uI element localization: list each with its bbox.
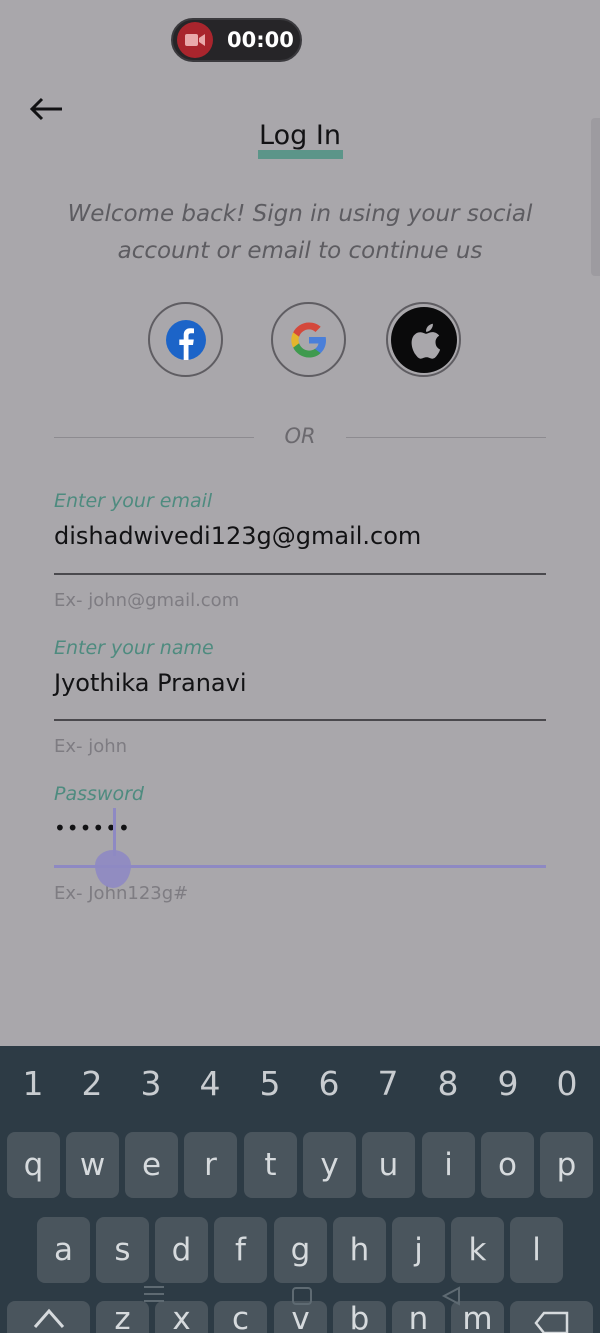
key-a[interactable]: a [37,1217,90,1283]
facebook-login-button[interactable] [148,302,223,377]
welcome-subtitle: Welcome back! Sign in using your social … [67,201,533,264]
back-nav-icon[interactable] [440,1286,462,1306]
key-x[interactable]: x [155,1301,208,1333]
on-screen-keyboard: 1 2 3 4 5 6 7 8 9 0 q w e r t y u i o p … [0,1046,600,1333]
key-f[interactable]: f [214,1217,267,1283]
password-field[interactable]: •••••• [54,816,131,840]
key-s[interactable]: s [96,1217,149,1283]
password-label: Password [54,783,144,805]
key-o[interactable]: o [481,1132,534,1198]
key-u[interactable]: u [362,1132,415,1198]
key-4[interactable]: 4 [190,1064,230,1103]
key-h[interactable]: h [333,1217,386,1283]
name-field[interactable]: Jyothika Pranavi [54,669,246,697]
shift-arrow-icon [33,1308,64,1328]
key-9[interactable]: 9 [488,1064,528,1103]
backspace-icon [533,1311,568,1333]
google-login-button[interactable] [271,302,346,377]
recording-timer: 00:00 [227,28,294,52]
password-hint: Ex- John123g# [54,883,189,904]
key-t[interactable]: t [244,1132,297,1198]
key-6[interactable]: 6 [309,1064,349,1103]
key-p[interactable]: p [540,1132,593,1198]
key-r[interactable]: r [184,1132,237,1198]
shift-key[interactable] [7,1301,90,1333]
email-field[interactable]: dishadwivedi123g@gmail.com [54,522,421,550]
key-l[interactable]: l [510,1217,563,1283]
title-underline [258,150,343,159]
email-field-underline [54,573,546,575]
key-8[interactable]: 8 [428,1064,468,1103]
key-e[interactable]: e [125,1132,178,1198]
key-n[interactable]: n [392,1301,445,1333]
key-q[interactable]: q [7,1132,60,1198]
key-i[interactable]: i [422,1132,475,1198]
divider-left [54,437,254,438]
text-cursor [113,808,116,856]
key-d[interactable]: d [155,1217,208,1283]
key-1[interactable]: 1 [13,1064,53,1103]
apple-icon [390,306,457,373]
home-nav-icon[interactable] [291,1286,313,1306]
apple-login-button[interactable] [386,302,461,377]
key-k[interactable]: k [451,1217,504,1283]
key-w[interactable]: w [66,1132,119,1198]
key-7[interactable]: 7 [368,1064,408,1103]
email-hint: Ex- john@gmail.com [54,590,240,611]
page-title: Log In [259,120,341,151]
key-0[interactable]: 0 [547,1064,587,1103]
name-label: Enter your name [54,637,214,659]
key-g[interactable]: g [274,1217,327,1283]
key-j[interactable]: j [392,1217,445,1283]
record-camera-icon [177,22,213,58]
key-5[interactable]: 5 [250,1064,290,1103]
key-c[interactable]: c [214,1301,267,1333]
key-z[interactable]: z [96,1301,149,1333]
name-hint: Ex- john [54,736,128,757]
backspace-key[interactable] [510,1301,593,1333]
menu-nav-icon[interactable] [143,1284,165,1304]
key-b[interactable]: b [333,1301,386,1333]
email-label: Enter your email [54,490,213,512]
screen-recorder-pill[interactable]: 00:00 [171,18,302,62]
divider-or-text: OR [284,424,316,448]
key-y[interactable]: y [303,1132,356,1198]
key-3[interactable]: 3 [131,1064,171,1103]
google-icon [290,322,326,357]
name-field-underline [54,719,546,721]
divider-right [346,437,546,438]
facebook-icon [165,319,206,360]
key-2[interactable]: 2 [72,1064,112,1103]
